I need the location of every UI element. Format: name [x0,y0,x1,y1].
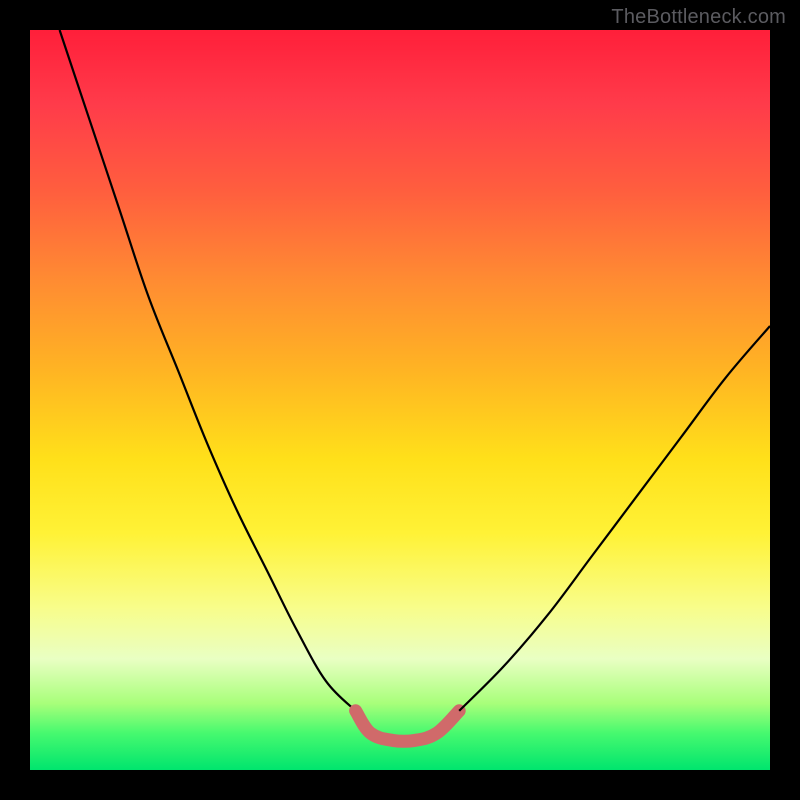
chart-stage: TheBottleneck.com [0,0,800,800]
watermark-text: TheBottleneck.com [611,6,786,29]
series-curve-right [459,326,770,711]
series-curve-left [60,30,356,711]
curve-group [60,30,770,741]
curve-svg [30,30,770,770]
series-trough-highlight [356,711,460,742]
plot-area [30,30,770,770]
